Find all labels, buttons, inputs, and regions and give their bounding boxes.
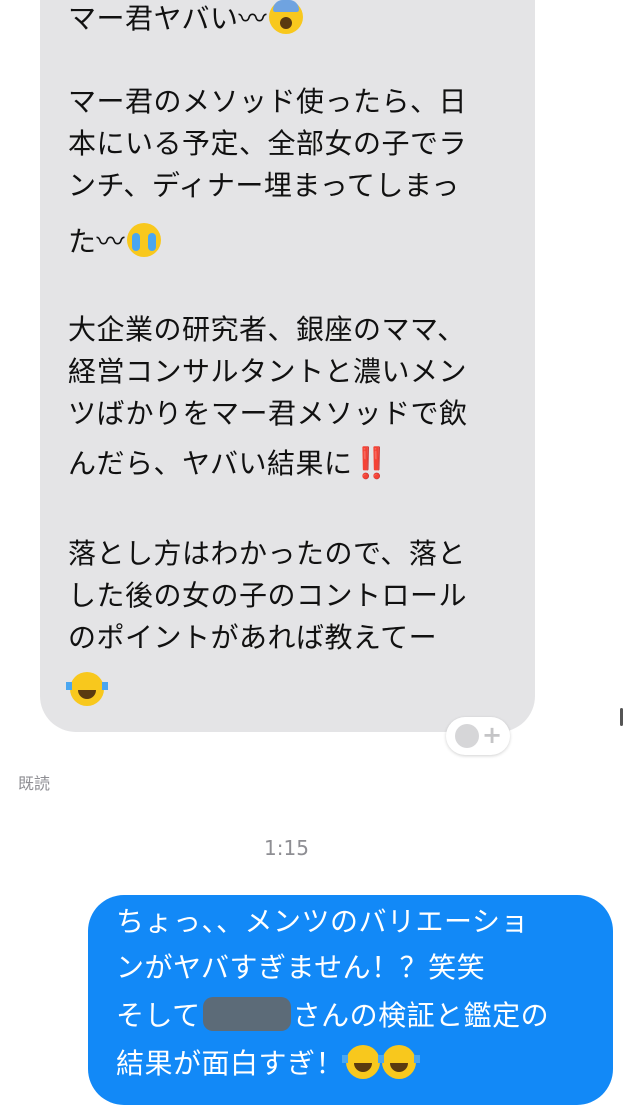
tears-of-joy-icon — [342, 1045, 385, 1079]
message-line: 経営コンサルタントと濃いメン — [68, 355, 468, 388]
double-exclamation-icon: ‼️ — [352, 446, 389, 481]
redacted-name — [202, 997, 291, 1031]
outgoing-message-bubble[interactable]: ちょっ、、メンツのバリエーショ ンがヤバすぎません！？笑笑 そして さんの検証と鑑… — [88, 895, 613, 1105]
message-line: 大企業の研究者、銀座のママ、 — [68, 313, 466, 346]
read-receipt: 既読 — [18, 774, 51, 793]
message-line: ちょっ、、メンツのバリエーショ — [116, 905, 529, 938]
tears-of-joy-icon — [378, 1045, 421, 1079]
message-line: た〰 — [68, 223, 162, 259]
plus-icon: + — [482, 721, 503, 749]
message-line — [66, 672, 108, 708]
add-reaction-button[interactable]: + — [446, 717, 510, 755]
screaming-face-icon — [268, 0, 303, 34]
message-line: んだら、ヤバい結果に‼️ — [68, 446, 390, 481]
message-line: のポイントがあれば教えてー — [68, 621, 438, 654]
message-line: ンチ、ディナー埋まってしまっ — [68, 169, 460, 202]
tears-of-joy-icon — [66, 672, 108, 706]
message-line: 落とし方はわかったので、落と — [68, 537, 466, 570]
smiley-icon — [455, 724, 479, 748]
message-line: 結果が面白すぎ！ — [116, 1045, 421, 1081]
message-line: した後の女の子のコントロール — [68, 579, 468, 612]
incoming-message-bubble[interactable]: マー君ヤバい〰 マー君のメソッド使ったら、日 本にいる予定、全部女の子でラ ンチ… — [40, 0, 535, 732]
message-line: ンがヤバすぎません！？笑笑 — [116, 951, 486, 984]
chat-thread: マー君ヤバい〰 マー君のメソッド使ったら、日 本にいる予定、全部女の子でラ ンチ… — [0, 0, 623, 1105]
message-line: マー君のメソッド使ったら、日 — [68, 85, 468, 118]
crying-face-icon — [127, 223, 162, 257]
message-line: ツばかりをマー君メソッドで飲 — [68, 397, 468, 430]
message-line: そして さんの検証と鑑定の — [116, 997, 550, 1032]
message-line: 本にいる予定、全部女の子でラ — [68, 127, 468, 160]
message-timestamp: 1:15 — [264, 836, 309, 860]
message-line: マー君ヤバい〰 — [68, 0, 303, 36]
